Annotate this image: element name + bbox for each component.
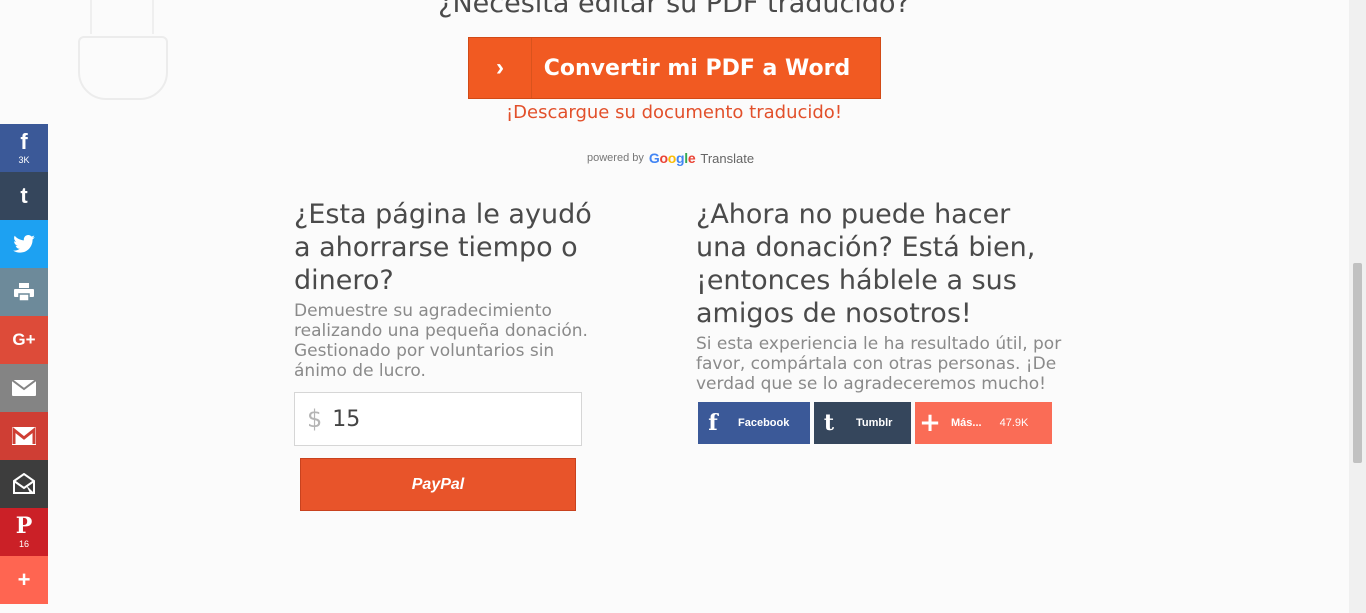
currency-symbol: $ — [307, 405, 323, 433]
share-count: 47.9K — [999, 417, 1029, 429]
page-scrollbar[interactable] — [1349, 0, 1366, 613]
rail-facebook-button[interactable]: f 3K — [0, 124, 48, 172]
convert-pdf-to-word-button[interactable]: › Convertir mi PDF a Word — [468, 37, 881, 99]
email-icon — [12, 380, 36, 396]
google-logo: Google — [648, 150, 696, 166]
translate-text: Translate — [700, 150, 755, 166]
tumblr-label: Tumblr — [856, 417, 893, 429]
facebook-icon: f — [708, 410, 718, 436]
share-buttons: f Facebook t Tumblr + Más... 47.9K — [698, 402, 1052, 444]
plus-icon: + — [919, 408, 941, 438]
convert-button-label: Convertir mi PDF a Word — [543, 55, 851, 81]
donation-text: Demuestre su agradecimiento realizando u… — [294, 301, 588, 381]
rail-google-plus-button[interactable]: G+ — [0, 316, 48, 364]
mailru-icon — [13, 473, 35, 494]
share-facebook-button[interactable]: f Facebook — [698, 402, 810, 444]
donation-section: ¿Esta página le ayudó a ahorrarse tiempo… — [294, 198, 594, 381]
twitter-icon — [13, 235, 35, 253]
chevron-right-icon: › — [469, 38, 532, 98]
google-logo-letter: e — [687, 150, 696, 166]
google-logo-letter: o — [667, 150, 677, 166]
print-icon — [14, 283, 34, 301]
rail-mailru-button[interactable] — [0, 460, 48, 508]
more-label: Más... — [951, 417, 982, 429]
tumblr-icon: t — [20, 183, 28, 208]
powered-by-google-translate: powered by Google Translate — [587, 150, 754, 166]
download-translated-link[interactable]: ¡Descargue su documento traducido! — [0, 102, 1348, 123]
plus-icon: + — [17, 567, 31, 592]
rail-tumblr-button[interactable]: t — [0, 172, 48, 220]
rail-print-button[interactable] — [0, 268, 48, 316]
donation-amount-input[interactable] — [330, 405, 535, 433]
facebook-share-count: 3K — [18, 155, 30, 165]
share-text: Si esta experiencia le ha resultado útil… — [696, 334, 1062, 394]
rail-gmail-button[interactable] — [0, 412, 48, 460]
tumblr-icon: t — [823, 410, 835, 436]
donation-amount-field[interactable]: $ — [294, 392, 582, 446]
page-heading: ¿Necesita editar su PDF traducido? — [438, 0, 910, 19]
share-title: ¿Ahora no puede hacer una donación? Está… — [696, 199, 1036, 329]
share-tumblr-button[interactable]: t Tumblr — [814, 402, 911, 444]
rail-email-button[interactable] — [0, 364, 48, 412]
google-logo-letter: o — [659, 150, 668, 166]
facebook-label: Facebook — [738, 417, 790, 429]
facebook-icon: f — [20, 129, 28, 154]
powered-by-text: powered by — [587, 152, 644, 164]
share-section: ¿Ahora no puede hacer una donación? Está… — [696, 198, 1066, 394]
rail-pinterest-button[interactable]: P 16 — [0, 508, 48, 556]
paypal-button[interactable]: PayPal — [300, 458, 576, 511]
scrollbar-thumb[interactable] — [1353, 263, 1362, 463]
decorative-plant-pot — [78, 0, 168, 100]
pinterest-icon: P — [15, 513, 33, 539]
rail-more-button[interactable]: + — [0, 556, 48, 604]
social-share-rail: f 3K t G+ P 16 + — [0, 124, 48, 604]
google-plus-icon: G+ — [12, 330, 36, 349]
share-more-button[interactable]: + Más... 47.9K — [915, 402, 1052, 444]
rail-twitter-button[interactable] — [0, 220, 48, 268]
google-logo-letter: G — [648, 150, 660, 166]
gmail-icon — [12, 427, 36, 445]
pinterest-share-count: 16 — [18, 539, 29, 549]
donation-title: ¿Esta página le ayudó a ahorrarse tiempo… — [294, 199, 592, 296]
